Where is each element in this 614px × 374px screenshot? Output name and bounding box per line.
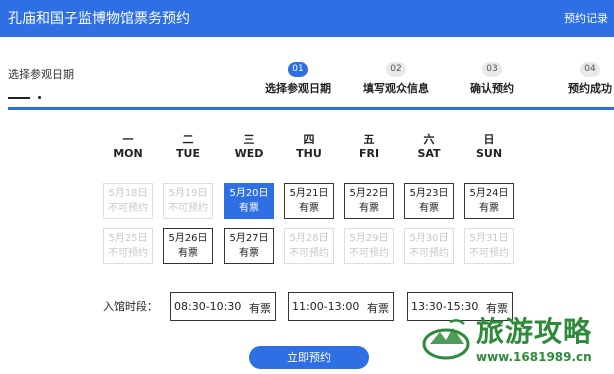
step-label: 预约成功 (568, 82, 612, 95)
header-divider (8, 107, 614, 110)
section-label: 选择参观日期 (8, 68, 74, 81)
progress-indicator-dot (38, 96, 41, 99)
time-slot-label: 入馆时段： (103, 300, 158, 313)
watermark: 旅游攻略 www.1681989.cn (420, 302, 614, 374)
step-4: 04 预约成功 (530, 62, 614, 100)
step-number: 01 (288, 62, 308, 77)
weekday-sun: 日 SUN (475, 133, 503, 160)
calendar-day: 5月31日 不可预约 (464, 228, 514, 264)
weekday-mon: 一 MON (113, 133, 143, 160)
calendar-day: 5月28日 不可预约 (284, 228, 334, 264)
calendar-day[interactable]: 5月26日 有票 (163, 228, 213, 264)
time-slot-status: 有票 (249, 302, 271, 315)
progress-indicator-line (8, 97, 30, 99)
page-title: 孔庙和国子监博物馆票务预约 (8, 11, 190, 27)
time-slot-option[interactable]: 11:00-13:00 有票 (288, 292, 394, 321)
calendar-day: 5月29日 不可预约 (344, 228, 394, 264)
reserve-now-button[interactable]: 立即预约 (249, 346, 369, 369)
calendar-day: 5月18日 不可预约 (103, 183, 153, 219)
watermark-title: 旅游攻略 (476, 315, 593, 348)
weekday-wed: 三 WED (234, 133, 264, 160)
header-bar: 孔庙和国子监博物馆票务预约 预约记录 (0, 0, 614, 37)
calendar-day-selected[interactable]: 5月20日 有票 (224, 183, 274, 219)
time-slot-status: 有票 (367, 302, 389, 315)
calendar-day[interactable]: 5月22日 有票 (344, 183, 394, 219)
time-slot-time: 11:00-13:00 (292, 300, 360, 313)
time-slot-option[interactable]: 08:30-10:30 有票 (170, 292, 276, 321)
calendar-day: 5月25日 不可预约 (103, 228, 153, 264)
weekday-sat: 六 SAT (417, 133, 441, 160)
reservation-records-link[interactable]: 预约记录 (564, 10, 608, 26)
time-slot-time: 08:30-10:30 (174, 300, 242, 313)
step-number: 04 (580, 62, 600, 77)
weekday-thu: 四 THU (296, 133, 322, 160)
calendar-day[interactable]: 5月27日 有票 (224, 228, 274, 264)
calendar-day: 5月19日 不可预约 (163, 183, 213, 219)
watermark-logo-icon (422, 319, 470, 360)
weekday-fri: 五 FRI (358, 133, 380, 160)
calendar-day[interactable]: 5月21日 有票 (284, 183, 334, 219)
step-number: 03 (482, 62, 502, 77)
watermark-url: www.1681989.cn (476, 350, 592, 364)
calendar-day[interactable]: 5月24日 有票 (464, 183, 514, 219)
step-number: 02 (386, 62, 406, 77)
calendar-day[interactable]: 5月23日 有票 (404, 183, 454, 219)
calendar-day: 5月30日 不可预约 (404, 228, 454, 264)
weekday-tue: 二 TUE (176, 133, 200, 160)
